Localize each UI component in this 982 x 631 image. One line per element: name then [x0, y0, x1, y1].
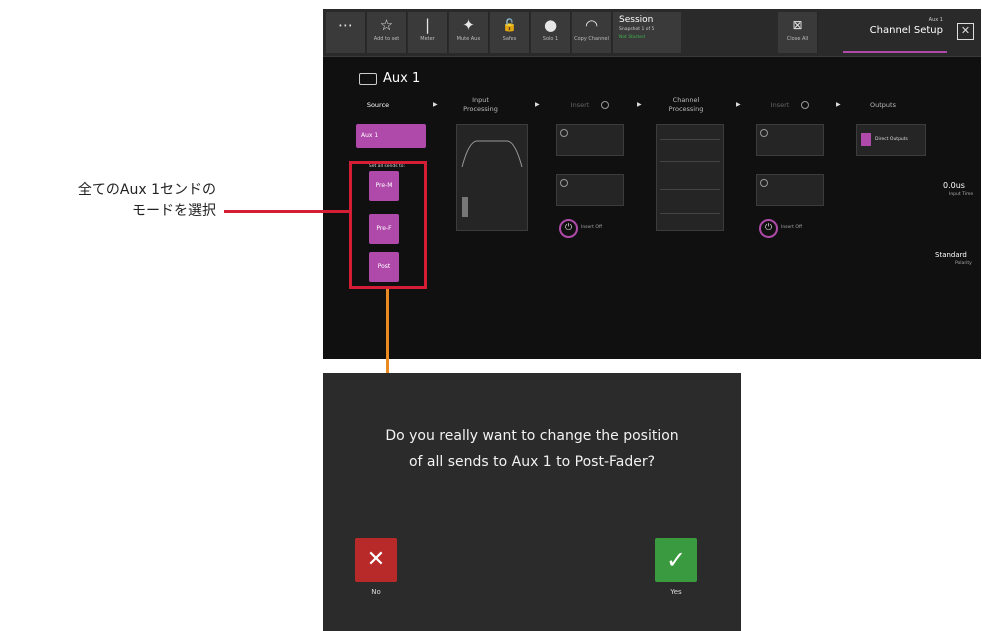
copy-channel-icon: ◠ — [584, 16, 599, 34]
yes-label: Yes — [670, 588, 682, 596]
channel-name-text: Aux 1 — [383, 71, 421, 86]
toolbar-mute-aux[interactable]: ✦ Mute Aux — [449, 12, 489, 53]
knob-icon — [760, 179, 768, 187]
section-insert-1[interactable]: Insert — [563, 101, 597, 110]
toolbar-copy-channel[interactable]: ◠ Copy Channel — [572, 12, 612, 53]
toolbar-meter[interactable]: | Meter — [408, 12, 448, 53]
solo-label: Solo 1 — [542, 36, 559, 42]
toolbar-solo[interactable]: ● Solo 1 — [531, 12, 571, 53]
annotation-line-1: 全てのAux 1センドの — [77, 182, 216, 198]
mute-aux-icon: ✦ — [462, 16, 475, 34]
add-to-set-label: Add to set — [373, 36, 400, 42]
source-aux-button[interactable]: Aux 1 — [356, 124, 426, 148]
session-snapshot: Snapshot 1 of 5 — [619, 27, 655, 32]
header-aux-name: Aux 1 — [928, 17, 943, 23]
no-button[interactable]: ✕ — [355, 538, 397, 582]
safes-label: Safes — [502, 36, 517, 42]
confirm-dialog: Do you really want to change the positio… — [323, 373, 741, 631]
input-time-label: Input Time — [949, 192, 974, 197]
annotation-pointer-line — [224, 210, 350, 213]
input-time-value[interactable]: 0.0us — [943, 181, 965, 190]
section-source[interactable]: Source — [353, 101, 403, 110]
header-title: Channel Setup — [869, 25, 943, 36]
insert-send-panel[interactable] — [556, 124, 624, 156]
insert-power-icon[interactable]: ⏻ — [559, 219, 578, 238]
knob-icon — [560, 129, 568, 137]
session-title: Session — [619, 15, 654, 25]
toolbar: ⋯ ☆ Add to set | Meter ✦ Mute Aux 🔓 Safe… — [323, 9, 981, 57]
meter-label: Meter — [420, 36, 435, 42]
insert2-return-panel[interactable] — [756, 174, 824, 206]
check-icon: ✓ — [665, 546, 687, 574]
mute-aux-label: Mute Aux — [456, 36, 481, 42]
output-toggle-icon — [861, 133, 871, 146]
insert2-power-icon[interactable]: ⏻ — [759, 219, 778, 238]
arrow-icon: ▶ — [637, 101, 642, 108]
channel-processing-panel[interactable] — [656, 124, 724, 231]
settings-icon[interactable] — [801, 101, 809, 109]
copy-channel-label: Copy Channel — [574, 36, 609, 42]
knob-icon — [560, 179, 568, 187]
session-button[interactable]: Session Snapshot 1 of 5 Not Started — [613, 12, 681, 53]
yes-button[interactable]: ✓ — [655, 538, 697, 582]
dialog-message-line-1: Do you really want to change the positio… — [385, 428, 679, 444]
annotation-line-2: モードを選択 — [132, 203, 216, 219]
section-outputs[interactable]: Outputs — [863, 101, 903, 110]
input-processing-panel[interactable] — [456, 124, 528, 231]
arrow-icon: ▶ — [836, 101, 841, 108]
lock-icon: 🔓 — [502, 18, 517, 32]
toolbar-network[interactable]: ⋯ — [326, 12, 366, 53]
insert-return-panel[interactable] — [556, 174, 624, 206]
mode-selection-highlight — [349, 161, 427, 289]
arrow-icon: ▶ — [535, 101, 540, 108]
polarity-value[interactable]: Standard — [935, 251, 967, 259]
channel-name: Aux 1 — [359, 71, 420, 86]
close-all-label: Close All — [786, 36, 809, 42]
knob-icon — [760, 129, 768, 137]
arrow-icon: ▶ — [433, 101, 438, 108]
toolbar-close-all[interactable]: ⊠ Close All — [778, 12, 818, 53]
network-icon: ⋯ — [338, 16, 353, 34]
insert2-send-panel[interactable] — [756, 124, 824, 156]
solo-icon: ● — [543, 16, 558, 34]
section-input-processing[interactable]: Input Processing — [458, 96, 503, 114]
polarity-label: Polarity — [955, 261, 972, 266]
meter-icon: | — [424, 16, 431, 34]
direct-outputs-label: Direct Outputs — [875, 137, 908, 142]
star-icon: ☆ — [379, 16, 394, 34]
toolbar-safes[interactable]: 🔓 Safes — [490, 12, 530, 53]
close-icon: ✕ — [366, 547, 386, 572]
insert2-off-label: Insert Off — [781, 225, 802, 230]
section-insert-2[interactable]: Insert — [763, 101, 797, 110]
settings-icon[interactable] — [601, 101, 609, 109]
dialog-message-line-2: of all sends to Aux 1 to Post-Fader? — [408, 454, 656, 470]
arrow-icon: ▶ — [736, 101, 741, 108]
keyboard-icon — [359, 72, 377, 85]
filter-curve — [461, 140, 523, 168]
close-icon[interactable]: ✕ — [957, 23, 974, 40]
no-label: No — [371, 588, 381, 596]
insert-off-label: Insert Off — [581, 225, 602, 230]
header-title-block: Aux 1 Channel Setup — [843, 12, 947, 53]
session-status: Not Started — [619, 35, 645, 40]
toolbar-add-to-set[interactable]: ☆ Add to set — [367, 12, 407, 53]
close-all-icon: ⊠ — [792, 18, 803, 32]
direct-outputs-button[interactable]: Direct Outputs — [856, 124, 926, 156]
fader-icon — [462, 197, 468, 217]
section-channel-processing[interactable]: Channel Processing — [659, 96, 713, 114]
